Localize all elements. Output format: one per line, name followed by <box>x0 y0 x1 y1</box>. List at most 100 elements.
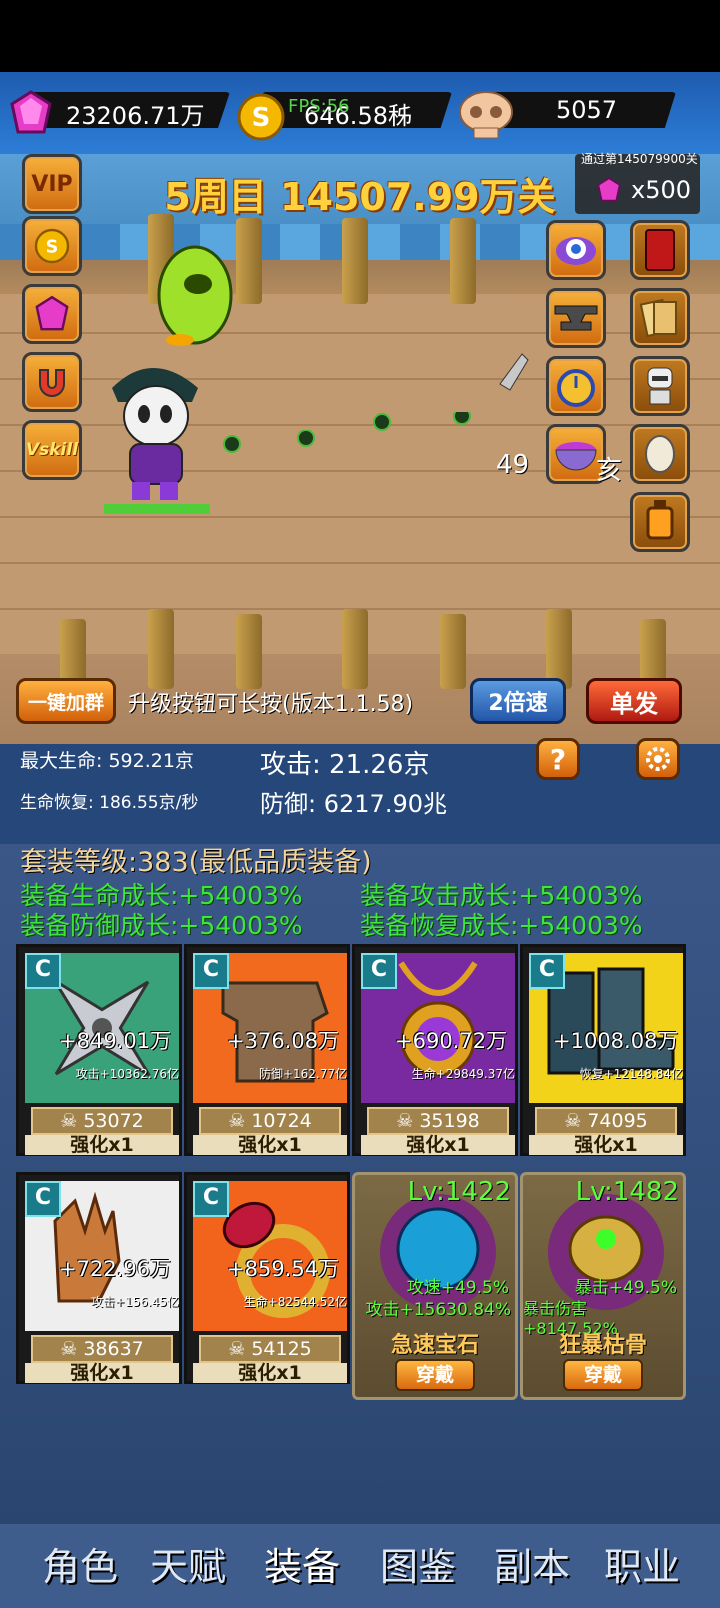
nav-class[interactable]: 职业 <box>604 1536 680 1591</box>
bottom-nav: 角色 天赋 装备 图鉴 副本 职业 <box>0 1524 720 1608</box>
attack-value: 21.26京 <box>329 750 430 780</box>
cards-button[interactable] <box>630 288 690 348</box>
equip-value: +1008.08万 <box>553 1029 679 1053</box>
nav-talent[interactable]: 天赋 <box>150 1536 226 1591</box>
settings-button[interactable] <box>636 738 680 780</box>
equip-sub: 生命+29849.37亿 <box>411 1067 515 1081</box>
fire-mode-button[interactable]: 单发 <box>586 678 682 724</box>
regen-label: 生命恢复: <box>20 793 94 813</box>
enemy-sword <box>499 353 529 391</box>
equip-card-armor[interactable]: C +376.08万 防御+162.77亿 ☠ 10724 强化x1 <box>184 944 350 1156</box>
equip-cost[interactable]: ☠ 35198 <box>367 1107 509 1135</box>
equip-value: +690.72万 <box>395 1029 508 1053</box>
eye-monster-icon <box>556 237 596 265</box>
gem-icon <box>35 295 69 331</box>
refresh-icon[interactable]: C <box>25 953 61 989</box>
hero-health-bar <box>104 504 210 514</box>
regen-value: 186.55京/秒 <box>99 793 199 813</box>
damage-number-left: 49 <box>496 450 530 480</box>
fence-post <box>342 218 368 304</box>
gem-card-speed[interactable]: Lv:1422 攻速+49.5% 攻击+15630.84% 急速宝石 穿戴 <box>352 1172 518 1400</box>
upgrade-button[interactable]: 强化x1 <box>529 1135 683 1155</box>
stopwatch-button[interactable] <box>546 356 606 416</box>
lantern-button[interactable] <box>630 492 690 552</box>
egg-icon <box>645 435 675 473</box>
stopwatch-icon <box>557 369 595 407</box>
refresh-icon[interactable]: C <box>361 953 397 989</box>
gem-value: 23206.71万 <box>66 102 205 130</box>
equip-card-shuriken[interactable]: C +849.01万 攻击+10362.76亿 ☠ 53072 强化x1 <box>16 944 182 1156</box>
red-card-icon <box>645 229 675 271</box>
coin-icon: S <box>237 93 285 141</box>
hero-health-fill <box>104 504 210 514</box>
refresh-icon[interactable]: C <box>193 953 229 989</box>
refresh-icon[interactable]: C <box>193 1181 229 1217</box>
egg-button[interactable] <box>630 424 690 484</box>
speed-button[interactable]: 2倍速 <box>470 678 566 724</box>
eye-monster-button[interactable] <box>546 220 606 280</box>
equip-cost[interactable]: ☠ 53072 <box>31 1107 173 1135</box>
equip-sub: 生命+82544.52亿 <box>243 1295 347 1309</box>
equip-value: +859.54万 <box>227 1257 340 1281</box>
gem-shop-button[interactable] <box>22 284 82 344</box>
stage-reward: 通过第145079900关 x500 <box>575 152 700 214</box>
battle-stage: 5周目 14507.99万关 通过第145079900关 x500 VIP S … <box>0 152 720 744</box>
upgrade-button[interactable]: 强化x1 <box>193 1135 347 1155</box>
gem-rate: +16/分 <box>176 76 228 94</box>
svg-text:S: S <box>252 103 271 133</box>
upgrade-button[interactable]: 强化x1 <box>361 1135 515 1155</box>
vskill-button[interactable]: Vskill <box>22 420 82 480</box>
nav-codex[interactable]: 图鉴 <box>380 1536 456 1591</box>
help-button[interactable]: ? <box>536 738 580 780</box>
svg-text:S: S <box>46 237 59 257</box>
skull-resource: +232.12万/10分 5057 <box>490 92 676 128</box>
damage-number-right: 亥 <box>596 456 623 486</box>
refresh-icon[interactable]: C <box>529 953 565 989</box>
robot-button[interactable] <box>630 356 690 416</box>
skull-value: 5057 <box>556 96 618 124</box>
refresh-icon[interactable]: C <box>25 1181 61 1217</box>
equip-cost[interactable]: ☠ 74095 <box>535 1107 677 1135</box>
equip-cost[interactable]: ☠ 38637 <box>31 1335 173 1363</box>
max-hp-label: 最大生命: <box>20 750 103 772</box>
defense: 防御: 6217.90兆 <box>260 784 447 819</box>
join-group-button[interactable]: 一键加群 <box>16 678 116 724</box>
action-bar: 一键加群 升级按钮可长按(版本1.1.58) 2倍速 单发 <box>0 678 720 744</box>
wear-button[interactable]: 穿戴 <box>395 1359 475 1391</box>
equip-cost[interactable]: ☠ 54125 <box>199 1335 341 1363</box>
wear-button[interactable]: 穿戴 <box>563 1359 643 1391</box>
equip-card-gloves[interactable]: C +722.96万 攻击+156.45亿 ☠ 38637 强化x1 <box>16 1172 182 1384</box>
upgrade-button[interactable]: 强化x1 <box>193 1363 347 1383</box>
coin-shop-button[interactable]: S <box>22 216 82 276</box>
skull-rate: +232.12万/10分 <box>554 76 674 94</box>
upgrade-button[interactable]: 强化x1 <box>25 1135 179 1155</box>
nav-dungeon[interactable]: 副本 <box>494 1536 570 1591</box>
defense-value: 6217.90兆 <box>323 790 447 818</box>
ninja-hero <box>112 368 198 500</box>
equip-card-boots[interactable]: C +1008.08万 恢复+12148.84亿 ☠ 74095 强化x1 <box>520 944 686 1156</box>
vip-label: VIP:9 <box>68 74 107 92</box>
equip-value: +849.01万 <box>59 1029 172 1053</box>
gem-card-skull[interactable]: Lv:1482 暴击+49.5% 暴击伤害+8147.52% 狂暴枯骨 穿戴 <box>520 1172 686 1400</box>
nav-character[interactable]: 角色 <box>42 1536 118 1591</box>
equip-sub: 攻击+10362.76亿 <box>75 1067 179 1081</box>
stats-panel: 最大生命: 592.21京 生命恢复: 186.55京/秒 攻击: 21.26京… <box>0 738 720 844</box>
vip-button[interactable]: VIP <box>22 154 82 214</box>
robot-icon <box>647 367 673 405</box>
fence-post <box>342 609 368 689</box>
equip-card-ring[interactable]: C +859.54万 生命+82544.52亿 ☠ 54125 强化x1 <box>184 1172 350 1384</box>
defense-label: 防御: <box>260 790 317 818</box>
card-deck-button[interactable] <box>630 220 690 280</box>
equip-sub: 恢复+12148.84亿 <box>579 1067 683 1081</box>
fence-post <box>440 614 466 689</box>
anvil-button[interactable] <box>546 288 606 348</box>
fence-post <box>450 218 476 304</box>
gem-name: 急速宝石 <box>390 1333 479 1358</box>
nav-equipment[interactable]: 装备 <box>264 1536 340 1591</box>
equip-card-amulet[interactable]: C +690.72万 生命+29849.37亿 ☠ 35198 强化x1 <box>352 944 518 1156</box>
upgrade-button[interactable]: 强化x1 <box>25 1363 179 1383</box>
coin-rate: +666.67京/秒 <box>348 76 449 94</box>
equip-cost[interactable]: ☠ 10724 <box>199 1107 341 1135</box>
magnet-button[interactable] <box>22 352 82 412</box>
gem-level: Lv:1482 <box>575 1177 679 1207</box>
